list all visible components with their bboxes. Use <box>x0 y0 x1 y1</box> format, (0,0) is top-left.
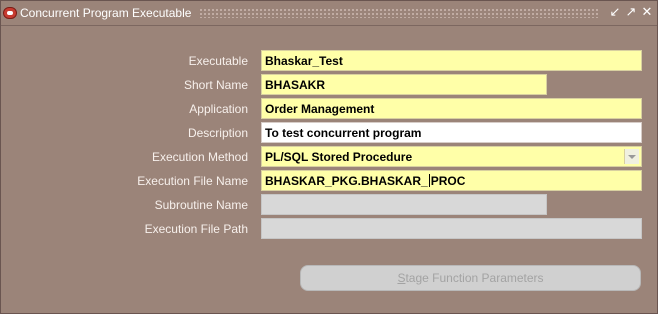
title-bar[interactable]: Concurrent Program Executable ↙ ↗ ✕ <box>1 1 657 26</box>
subroutine-name-field[interactable] <box>261 194 547 215</box>
execution-file-name-field[interactable]: BHASKAR_PKG.BHASKAR_ PROC <box>261 170 642 191</box>
subroutine-name-label: Subroutine Name <box>154 198 248 212</box>
stage-button-label: tage Function Parameters <box>405 271 544 285</box>
execution-file-name-text-after-cursor: PROC <box>430 174 466 188</box>
minimize-icon[interactable]: ↙ <box>608 5 622 19</box>
oracle-app-icon <box>3 7 17 19</box>
concurrent-program-executable-window: Concurrent Program Executable ↙ ↗ ✕ Exec… <box>0 0 658 314</box>
text-cursor <box>428 174 430 187</box>
execution-file-path-field[interactable] <box>261 218 642 239</box>
executable-field[interactable]: Bhaskar_Test <box>261 50 642 71</box>
application-label: Application <box>189 102 248 116</box>
maximize-icon[interactable]: ↗ <box>624 5 638 19</box>
description-field[interactable]: To test concurrent program <box>261 122 642 143</box>
execution-method-value: PL/SQL Stored Procedure <box>265 150 413 164</box>
executable-label: Executable <box>188 54 248 68</box>
execution-method-select[interactable]: PL/SQL Stored Procedure <box>261 146 642 167</box>
chevron-down-icon[interactable] <box>624 149 639 164</box>
window-title: Concurrent Program Executable <box>20 6 192 20</box>
application-field[interactable]: Order Management <box>261 98 642 119</box>
stage-function-parameters-button[interactable]: Stage Function Parameters <box>300 265 641 291</box>
close-icon[interactable]: ✕ <box>640 5 654 19</box>
execution-method-label: Execution Method <box>151 150 248 164</box>
short-name-label: Short Name <box>183 78 248 92</box>
short-name-field[interactable]: BHASAKR <box>261 74 547 95</box>
execution-file-path-label: Execution File Path <box>144 222 248 236</box>
execution-file-name-label: Execution File Name <box>137 174 248 188</box>
title-bar-grip <box>199 8 599 18</box>
description-label: Description <box>187 126 248 140</box>
execution-file-name-text-before-cursor: BHASKAR_PKG.BHASKAR_ <box>265 174 428 188</box>
